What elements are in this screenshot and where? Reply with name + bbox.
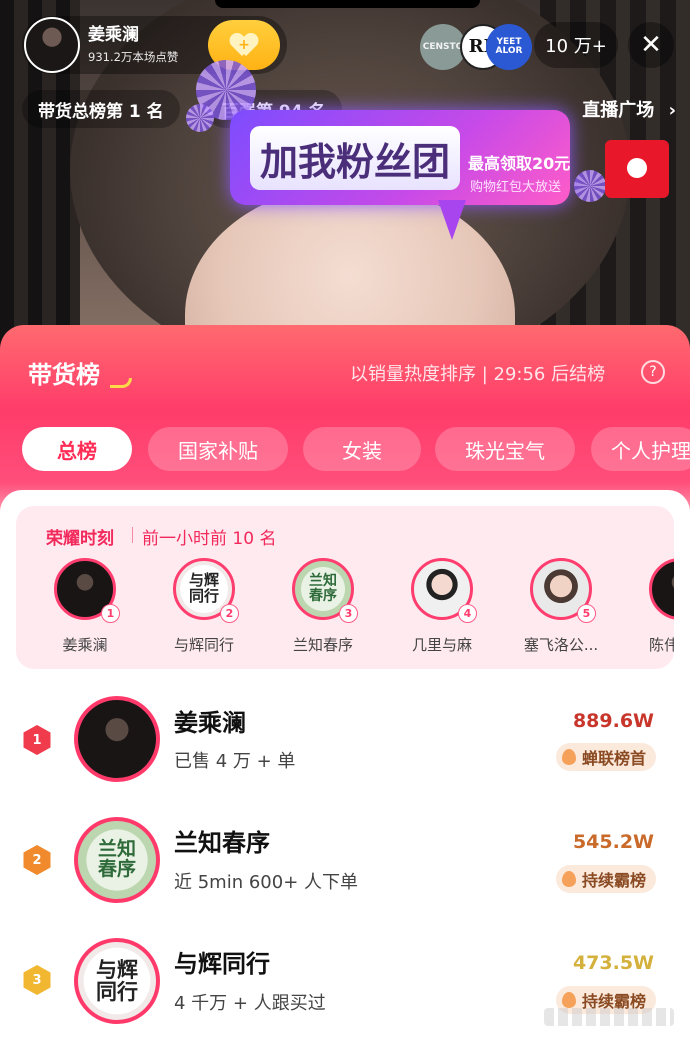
glory-moment-card: 荣耀时刻 前一小时前 10 名 1 姜乘澜 与辉 同行 2 与辉同行 兰知 春序… [16, 506, 674, 669]
status-badge-label: 持续霸榜 [581, 871, 646, 890]
promo-subline-2: 购物红包大放送 [470, 180, 562, 195]
promo-bubble-tail [438, 200, 466, 240]
list-item-score: 889.6W [572, 710, 654, 732]
viewer-count[interactable]: 10 万+ [534, 22, 618, 68]
divider [132, 527, 133, 543]
glory-item[interactable]: 陈伟 [625, 558, 674, 662]
rank-badge: 1 [101, 604, 120, 623]
list-item-name: 姜乘澜 [174, 709, 246, 737]
rank-number: 2 [23, 845, 51, 875]
avatar-logo-text: 与辉 同行 [96, 956, 138, 1004]
list-item[interactable]: 1 姜乘澜 已售 4 万 + 单 889.6W 蝉联榜首 [0, 693, 690, 813]
rank-number: 3 [23, 965, 51, 995]
promo-subline: 最高领取20元 [468, 154, 571, 173]
rank-badge: 5 [577, 604, 596, 623]
rank-badge: 2 [220, 604, 239, 623]
tab-personal-care[interactable]: 个人护理 [591, 427, 690, 471]
red-packet-icon[interactable] [605, 140, 669, 198]
status-badge-label: 蝉联榜首 [581, 749, 646, 768]
tab-womens-clothing[interactable]: 女装 [303, 427, 421, 471]
status-badge: 蝉联榜首 [555, 743, 656, 771]
list-item-name: 兰知春序 [174, 829, 270, 857]
tab-national-subsidy[interactable]: 国家补贴 [148, 427, 288, 471]
disco-ball-decoration [186, 104, 214, 132]
list-item-score: 473.5W [572, 952, 654, 974]
flame-icon [561, 992, 576, 1008]
chevron-right-icon: › [668, 100, 676, 121]
sales-rank-pill[interactable]: 带货总榜第 1 名 [22, 90, 180, 128]
rank-badge: 4 [458, 604, 477, 623]
help-icon[interactable]: ? [641, 360, 665, 384]
tab-overall[interactable]: 总榜 [22, 427, 132, 471]
status-badge: 持续霸榜 [555, 865, 656, 893]
glory-item-name: 兰知春序 [292, 636, 353, 654]
glory-item[interactable]: 与辉 同行 2 与辉同行 [149, 558, 259, 662]
glory-item-name: 塞飞洛公... [523, 636, 599, 654]
glory-item[interactable]: 兰知 春序 3 兰知春序 [268, 558, 378, 662]
glory-item-name: 姜乘澜 [62, 636, 108, 654]
list-item-subtitle: 4 千万 + 人跟买过 [174, 993, 326, 1014]
brand-badge-yeetalor[interactable]: YEET ALOR [486, 24, 532, 70]
glory-item[interactable]: 1 姜乘澜 [30, 558, 140, 662]
list-item-name: 与辉同行 [174, 950, 270, 978]
plus-icon: + [238, 37, 250, 53]
glory-item-name: 几里与麻 [411, 636, 472, 654]
watermark [544, 1008, 674, 1026]
avatar[interactable]: 兰知 春序 [74, 817, 160, 903]
anchor-avatar[interactable] [24, 17, 80, 73]
glory-item[interactable]: 5 塞飞洛公... [506, 558, 616, 662]
panel-title: 带货榜 [28, 361, 100, 389]
avatar-logo-text: 兰知 春序 [97, 838, 136, 880]
flame-icon [561, 749, 576, 765]
list-item-subtitle: 已售 4 万 + 单 [174, 751, 296, 772]
list-item[interactable]: 2 兰知 春序 兰知春序 近 5min 600+ 人下单 545.2W 持续霸榜 [0, 815, 690, 935]
avatar[interactable]: 与辉 同行 [74, 938, 160, 1024]
disco-ball-decoration [574, 170, 606, 202]
glory-title: 荣耀时刻 [46, 529, 114, 549]
rank-number: 1 [23, 725, 51, 755]
promo-headline: 加我粉丝团 [250, 126, 460, 190]
glory-item-name: 与辉同行 [173, 636, 234, 654]
rank-badge: 3 [339, 604, 358, 623]
live-plaza-link[interactable]: 直播广场 › [582, 96, 676, 122]
anchor-name: 姜乘澜 [88, 25, 139, 45]
avatar[interactable] [74, 696, 160, 782]
list-item-subtitle: 近 5min 600+ 人下单 [174, 872, 358, 893]
anchor-likes: 931.2万本场点赞 [88, 50, 179, 64]
phone-notch [215, 0, 480, 8]
glory-subtitle: 前一小时前 10 名 [142, 529, 277, 549]
close-icon[interactable]: ✕ [628, 22, 674, 68]
ranking-rule-note: 以销量热度排序 | 29:56 后结榜 [350, 364, 606, 385]
glory-item[interactable]: 4 几里与麻 [387, 558, 497, 662]
avatar [649, 558, 674, 620]
live-plaza-label: 直播广场 [582, 100, 655, 121]
glory-item-name: 陈伟 [649, 636, 674, 654]
tab-jewelry[interactable]: 珠光宝气 [435, 427, 575, 471]
flame-icon [561, 871, 576, 887]
list-item-score: 545.2W [572, 831, 654, 853]
